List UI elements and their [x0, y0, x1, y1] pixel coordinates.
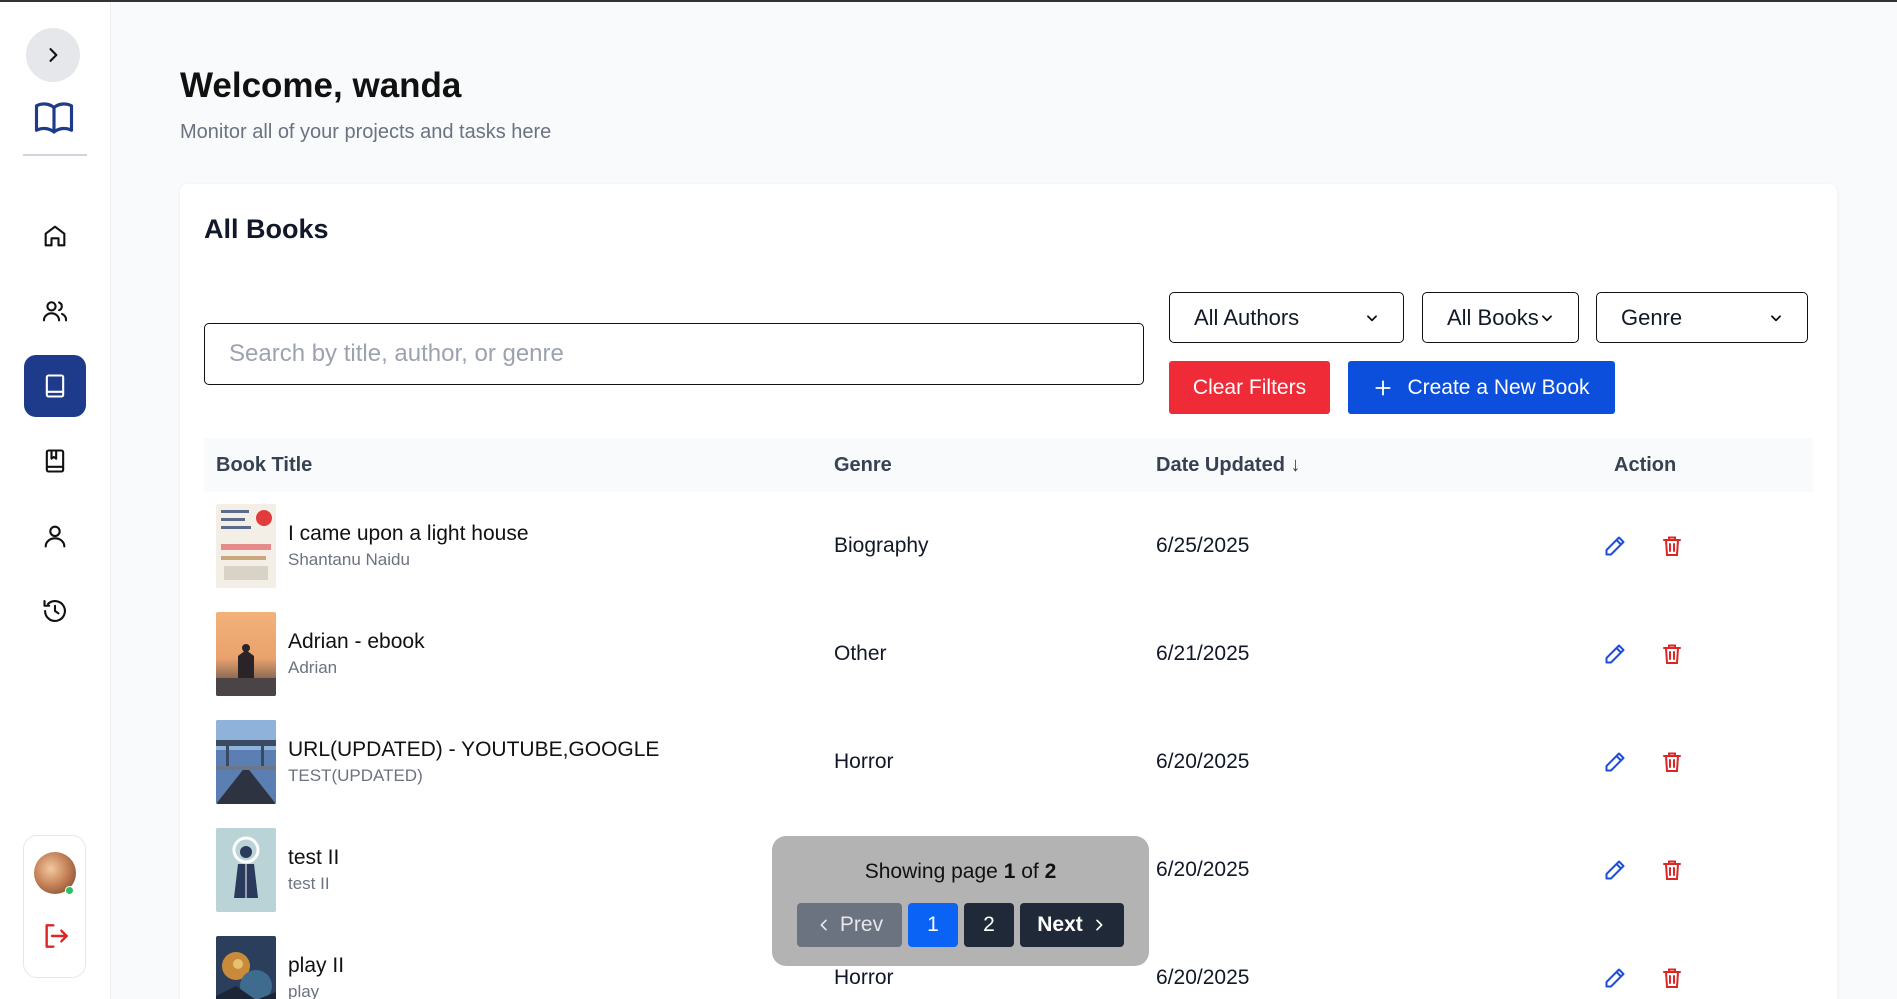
book-title: Adrian - ebook — [288, 630, 425, 653]
sidebar-divider — [23, 154, 87, 156]
page-title: Welcome, wanda — [180, 66, 462, 105]
book-author: Adrian — [288, 658, 338, 677]
history-icon — [43, 600, 66, 622]
next-page-label: Next — [1037, 913, 1083, 936]
pencil-edit-icon[interactable] — [1603, 858, 1627, 882]
trash-delete-icon[interactable] — [1660, 750, 1684, 774]
pencil-edit-icon[interactable] — [1603, 966, 1627, 990]
page-1-button[interactable]: 1 — [908, 903, 958, 947]
book-genre: Horror — [834, 750, 894, 773]
plus-icon — [1375, 379, 1392, 396]
book-title: test II — [288, 846, 340, 869]
page-number: 1 — [927, 913, 939, 936]
book-genre: Horror — [834, 966, 894, 989]
books-filter-select[interactable]: All Books — [1422, 292, 1579, 343]
book-author: Shantanu Naidu — [288, 550, 410, 569]
column-header-genre: Genre — [834, 454, 892, 476]
sidebar-item-history[interactable] — [24, 580, 86, 642]
prev-page-button[interactable]: Prev — [797, 903, 902, 947]
book-date-updated: 6/20/2025 — [1156, 750, 1250, 773]
trash-delete-icon[interactable] — [1660, 534, 1684, 558]
book-date-updated: 6/21/2025 — [1156, 642, 1250, 665]
book-date-updated: 6/20/2025 — [1156, 858, 1250, 881]
prev-page-label: Prev — [839, 913, 884, 936]
pagination-showing-label: Showing page — [864, 860, 998, 883]
book-author: play — [288, 982, 320, 999]
sidebar-toggle-button[interactable] — [26, 28, 80, 82]
book-date-updated: 6/20/2025 — [1156, 966, 1250, 989]
open-book-logo-icon — [34, 102, 74, 134]
pencil-edit-icon[interactable] — [1603, 642, 1627, 666]
create-book-button[interactable]: Create a New Book — [1348, 361, 1615, 414]
book-cover-image — [216, 612, 276, 696]
book-title: URL(UPDATED) - YOUTUBE,GOOGLE — [288, 738, 660, 761]
authors-filter-select[interactable]: All Authors — [1169, 292, 1404, 343]
home-icon — [44, 225, 66, 247]
sidebar-item-home[interactable] — [24, 205, 86, 267]
trash-delete-icon[interactable] — [1660, 966, 1684, 990]
book-cover-image — [216, 720, 276, 804]
pencil-edit-icon[interactable] — [1603, 750, 1627, 774]
sidebar-item-users[interactable] — [24, 280, 86, 342]
next-page-button[interactable]: Next — [1020, 903, 1124, 947]
book-date-updated: 6/25/2025 — [1156, 534, 1250, 557]
clear-filters-button[interactable]: Clear Filters — [1169, 361, 1330, 414]
book-author: test II — [288, 874, 330, 893]
genre-filter-value: Genre — [1621, 304, 1683, 330]
authors-filter-value: All Authors — [1194, 304, 1300, 330]
chevron-down-icon — [1367, 314, 1377, 321]
book-cover-image — [216, 936, 276, 999]
sidebar — [0, 2, 111, 999]
page-number: 2 — [983, 913, 995, 936]
sidebar-item-books[interactable] — [24, 355, 86, 417]
pagination-status: Showing page 1 of 2 — [772, 860, 1149, 884]
pagination-current-page: 1 — [1003, 860, 1016, 883]
search-input[interactable] — [204, 323, 1144, 385]
users-icon — [42, 301, 68, 322]
page-subtitle: Monitor all of your projects and tasks h… — [180, 121, 552, 143]
book-icon — [45, 374, 65, 398]
chevron-left-icon — [820, 919, 827, 931]
pagination-total-pages: 2 — [1044, 860, 1057, 883]
chevron-right-icon — [1095, 919, 1103, 931]
chevron-down-icon — [1771, 314, 1781, 321]
pagination-panel: Showing page 1 of 2 Prev 1 2 Next — [772, 836, 1149, 966]
pencil-edit-icon[interactable] — [1603, 534, 1627, 558]
clear-filters-label: Clear Filters — [1192, 375, 1307, 399]
table-row[interactable]: URL(UPDATED) - YOUTUBE,GOOGLE TEST(UPDAT… — [204, 708, 1813, 816]
book-cover-image — [216, 828, 276, 912]
sidebar-item-profile[interactable] — [24, 505, 86, 567]
trash-delete-icon[interactable] — [1660, 858, 1684, 882]
chevron-right-icon — [49, 48, 58, 62]
book-author: TEST(UPDATED) — [288, 766, 423, 785]
table-row[interactable]: Adrian - ebook Adrian Other 6/21/2025 — [204, 600, 1813, 708]
bookmark-book-icon — [45, 449, 65, 473]
books-filter-value: All Books — [1447, 304, 1539, 330]
book-cover-image — [216, 504, 276, 588]
card-title: All Books — [204, 214, 329, 244]
sidebar-item-bookmarks[interactable] — [24, 430, 86, 492]
chevron-down-icon — [1542, 314, 1552, 321]
page-2-button[interactable]: 2 — [964, 903, 1014, 947]
table-row[interactable]: I came upon a light house Shantanu Naidu… — [204, 492, 1813, 600]
column-header-action: Action — [1614, 454, 1677, 476]
logout-icon[interactable] — [40, 920, 72, 952]
book-title: I came upon a light house — [288, 522, 529, 545]
pagination-of-label: of — [1021, 860, 1039, 883]
book-title: play II — [288, 954, 345, 977]
genre-filter-select[interactable]: Genre — [1596, 292, 1808, 343]
user-panel — [23, 835, 86, 978]
create-book-label: Create a New Book — [1407, 375, 1590, 399]
trash-delete-icon[interactable] — [1660, 642, 1684, 666]
column-header-title: Book Title — [216, 454, 313, 476]
table-header: Book Title Genre Date Updated ↓ Action — [204, 438, 1813, 492]
online-status-dot — [65, 886, 74, 895]
user-icon — [44, 525, 66, 548]
column-header-date[interactable]: Date Updated ↓ — [1156, 454, 1300, 477]
book-genre: Other — [834, 642, 887, 665]
book-genre: Biography — [834, 534, 929, 557]
